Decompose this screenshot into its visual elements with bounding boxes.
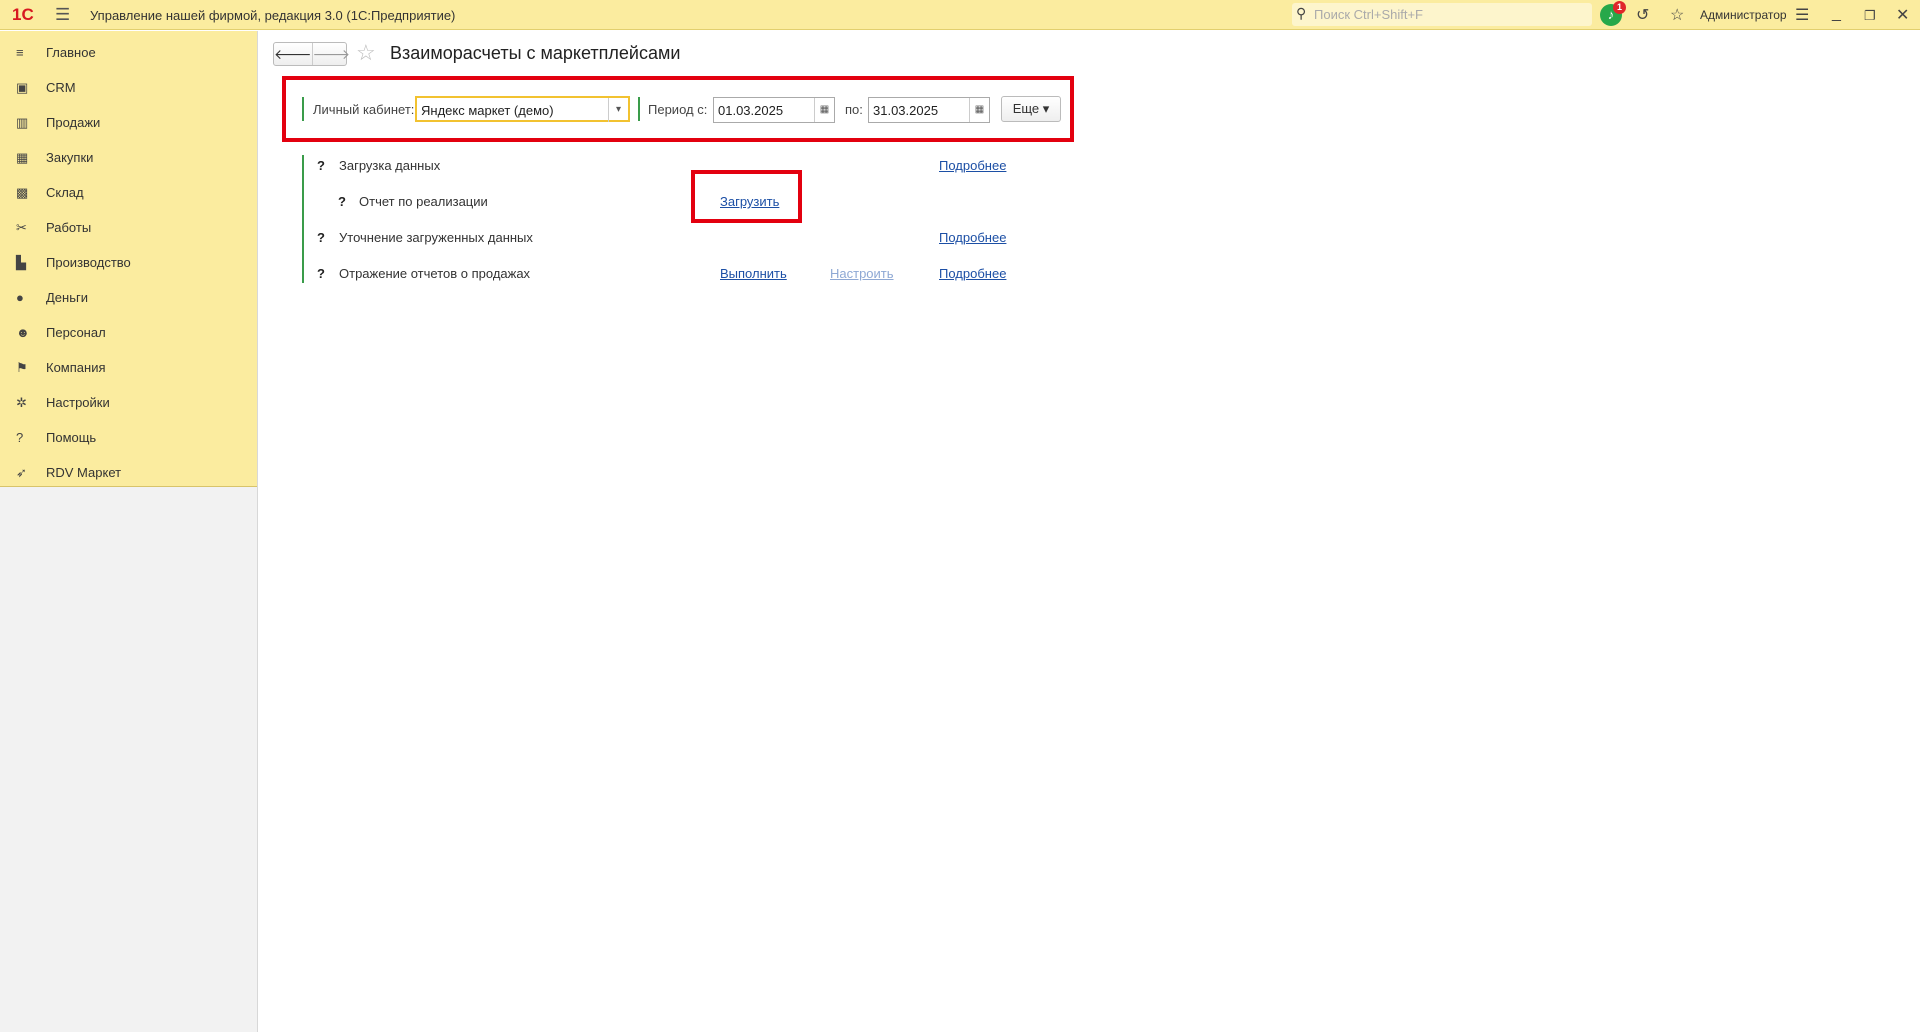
group-bar bbox=[302, 97, 304, 121]
period-from-input[interactable]: 01.03.2025 ▦ bbox=[713, 97, 835, 123]
sidebar-item[interactable]: ☻ Персонал bbox=[0, 315, 257, 350]
sidebar-item-label: Производство bbox=[46, 255, 131, 270]
sidebar-item[interactable]: ▣ CRM bbox=[0, 70, 257, 105]
warehouse-icon: ▩ bbox=[16, 184, 29, 200]
user-name[interactable]: Администратор bbox=[1700, 8, 1787, 22]
period-to-input[interactable]: 31.03.2025 ▦ bbox=[868, 97, 990, 123]
sidebar-item[interactable]: ✲ Настройки bbox=[0, 385, 257, 420]
configure-link[interactable]: Настроить bbox=[830, 266, 894, 281]
sidebar-item-label: Настройки bbox=[46, 395, 110, 410]
restore-icon[interactable]: ❐ bbox=[1864, 8, 1876, 24]
help-icon[interactable]: ? bbox=[338, 194, 346, 209]
execute-link[interactable]: Выполнить bbox=[720, 266, 787, 281]
help-icon[interactable]: ? bbox=[317, 266, 325, 281]
sidebar-item[interactable]: ▦ Закупки bbox=[0, 140, 257, 175]
group-bar bbox=[638, 97, 640, 121]
details-link[interactable]: Подробнее bbox=[939, 266, 1006, 281]
details-link[interactable]: Подробнее bbox=[939, 158, 1006, 173]
sidebar-item-label: Продажи bbox=[46, 115, 101, 130]
factory-icon: ▙ bbox=[16, 254, 26, 270]
1c-logo: 1С bbox=[12, 5, 34, 24]
sidebar-item-label: RDV Маркет bbox=[46, 465, 122, 480]
period-from-label: Период с: bbox=[648, 102, 708, 117]
step-label: Загрузка данных bbox=[339, 158, 441, 173]
account-label: Личный кабинет: bbox=[313, 102, 415, 117]
sidebar-item[interactable]: ● Деньги bbox=[0, 280, 257, 315]
title-bar: 1С ☰ Управление нашей фирмой, редакция 3… bbox=[0, 0, 1920, 30]
money-icon: ● bbox=[16, 290, 24, 305]
sidebar-item[interactable]: ▥ Продажи bbox=[0, 105, 257, 140]
more-label: Еще bbox=[1012, 101, 1040, 116]
search-icon: ⚲ bbox=[1296, 5, 1307, 21]
sidebar-item-label: Компания bbox=[46, 360, 106, 375]
favorite-star-icon[interactable]: ☆ bbox=[356, 40, 376, 66]
step-label: Уточнение загруженных данных bbox=[339, 230, 533, 245]
forward-button[interactable]: 🡒 bbox=[311, 43, 350, 65]
sidebar-item-label: Склад bbox=[46, 185, 84, 200]
people-icon: ☻ bbox=[16, 325, 30, 340]
sidebar-item-label: Помощь bbox=[46, 430, 97, 445]
sidebar-item[interactable]: ≡ Главное bbox=[0, 35, 257, 70]
sidebar-item-label: Персонал bbox=[46, 325, 106, 340]
search-input[interactable]: ⚲ Поиск Ctrl+Shift+F bbox=[1292, 3, 1592, 26]
sidebar-item[interactable]: ➶ RDV Маркет bbox=[0, 455, 257, 490]
sidebar-item-label: Работы bbox=[46, 220, 92, 235]
notification-count: 1 bbox=[1613, 1, 1626, 14]
close-icon[interactable]: ✕ bbox=[1896, 5, 1909, 25]
account-select[interactable]: Яндекс маркет (демо) ▾ bbox=[415, 96, 630, 122]
sidebar-item-label: Закупки bbox=[46, 150, 94, 165]
basket-icon: ▥ bbox=[16, 114, 29, 130]
minimize-icon[interactable]: _ bbox=[1832, 5, 1841, 23]
account-value: Яндекс маркет (демо) bbox=[421, 103, 554, 118]
menu-icon: ≡ bbox=[16, 45, 24, 60]
dropdown-arrow-icon[interactable]: ▾ bbox=[608, 98, 628, 122]
main-menu-icon[interactable]: ☰ bbox=[55, 5, 70, 25]
tools-icon: ✂ bbox=[16, 219, 27, 235]
sidebar-item[interactable]: ▩ Склад bbox=[0, 175, 257, 210]
sidebar-item-label: Главное bbox=[46, 45, 96, 60]
cart-icon: ▦ bbox=[16, 149, 29, 165]
sidebar-item-label: Деньги bbox=[46, 290, 88, 305]
highlight-box bbox=[691, 170, 802, 223]
favorites-star-icon[interactable]: ☆ bbox=[1670, 5, 1684, 25]
flag-icon: ⚑ bbox=[16, 359, 28, 375]
sidebar-item[interactable]: ⚑ Компания bbox=[0, 350, 257, 385]
sidebar-item[interactable]: ▙ Производство bbox=[0, 245, 257, 280]
settings-menu-icon[interactable]: ☰ bbox=[1795, 5, 1809, 25]
history-icon[interactable]: ↺ bbox=[1636, 5, 1649, 25]
period-to-label: по: bbox=[845, 102, 863, 117]
help-icon[interactable]: ? bbox=[317, 230, 325, 245]
step-label: Отчет по реализации bbox=[359, 194, 488, 209]
history-nav: 🡐 🡒 bbox=[273, 42, 350, 66]
sidebar-item[interactable]: ? Помощь bbox=[0, 420, 257, 455]
step-label: Отражение отчетов о продажах bbox=[339, 266, 531, 281]
app-title: Управление нашей фирмой, редакция 3.0 (1… bbox=[90, 8, 456, 23]
back-button[interactable]: 🡐 bbox=[274, 43, 312, 65]
sidebar-item[interactable]: ✂ Работы bbox=[0, 210, 257, 245]
sidebar-item-label: CRM bbox=[46, 80, 76, 95]
period-to-value: 31.03.2025 bbox=[873, 103, 939, 118]
search-placeholder: Поиск Ctrl+Shift+F bbox=[1314, 7, 1423, 22]
rocket-icon: ➶ bbox=[16, 464, 27, 480]
details-link[interactable]: Подробнее bbox=[939, 230, 1006, 245]
sidebar: ≡ Главное ▣ CRM ▥ Продажи ▦ Закупки ▩ Склад ✂ Работ… bbox=[0, 31, 258, 1032]
period-from-value: 01.03.2025 bbox=[718, 103, 784, 118]
calendar-icon[interactable]: ▦ bbox=[814, 98, 834, 122]
page-title: Взаиморасчеты с маркетплейсами bbox=[390, 43, 681, 63]
contact-card-icon: ▣ bbox=[16, 79, 29, 95]
gear-icon: ✲ bbox=[16, 394, 27, 410]
calendar-icon[interactable]: ▦ bbox=[969, 98, 989, 122]
help-icon: ? bbox=[16, 430, 24, 445]
more-button[interactable]: Еще ▾ bbox=[1001, 96, 1061, 122]
steps-group-bar bbox=[302, 155, 304, 283]
help-icon[interactable]: ? bbox=[317, 158, 325, 173]
